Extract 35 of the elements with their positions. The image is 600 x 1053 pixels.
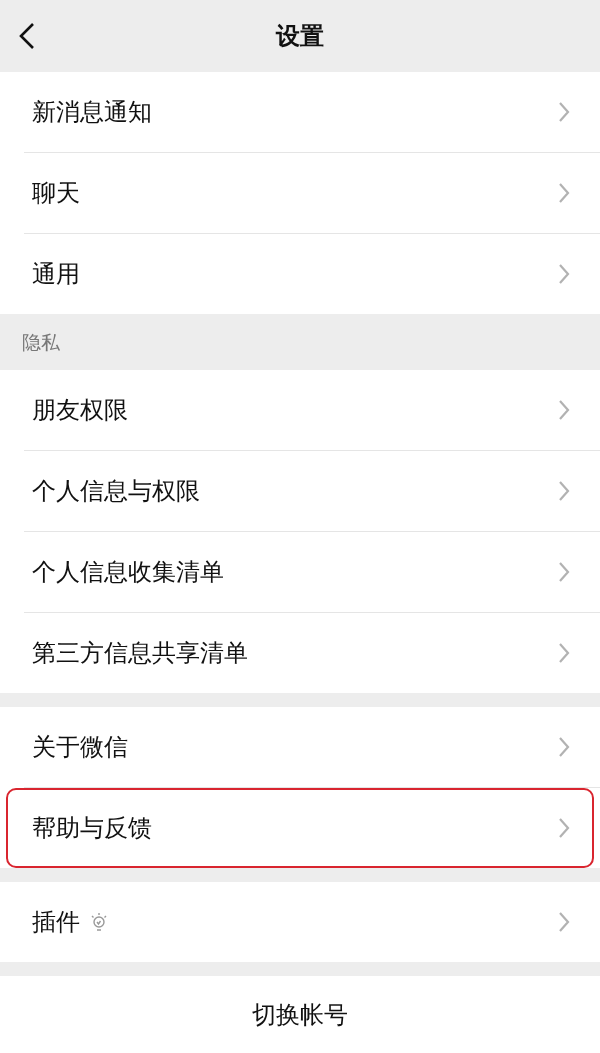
row-label: 朋友权限 (32, 395, 128, 426)
settings-row[interactable]: 新消息通知 (6, 72, 594, 152)
settings-row[interactable]: 个人信息收集清单 (6, 532, 594, 612)
settings-row[interactable]: 关于微信 (6, 707, 594, 787)
row-label: 个人信息收集清单 (32, 557, 224, 588)
back-icon[interactable] (18, 22, 36, 50)
chevron-icon (558, 263, 570, 285)
chevron-icon (558, 817, 570, 839)
settings-row[interactable]: 个人信息与权限 (6, 451, 594, 531)
row-label: 关于微信 (32, 732, 128, 763)
chevron-icon (558, 182, 570, 204)
row-label: 插件 (32, 907, 80, 938)
row-label: 个人信息与权限 (32, 476, 200, 507)
chevron-icon (558, 911, 570, 933)
settings-row[interactable]: 第三方信息共享清单 (6, 613, 594, 693)
page-title: 设置 (276, 21, 324, 52)
settings-row[interactable]: 朋友权限 (6, 370, 594, 450)
chevron-icon (558, 101, 570, 123)
row-label: 通用 (32, 259, 80, 290)
chevron-icon (558, 736, 570, 758)
settings-row[interactable]: 通用 (6, 234, 594, 314)
settings-row[interactable]: 聊天 (6, 153, 594, 233)
row-label: 第三方信息共享清单 (32, 638, 248, 669)
row-label: 新消息通知 (32, 97, 152, 128)
highlighted-settings-row[interactable]: 帮助与反馈 (6, 788, 594, 868)
row-label: 帮助与反馈 (32, 813, 152, 844)
chevron-icon (558, 399, 570, 421)
chevron-icon (558, 480, 570, 502)
row-label: 聊天 (32, 178, 80, 209)
settings-row[interactable]: 插件 (6, 882, 594, 962)
chevron-icon (558, 561, 570, 583)
switch-account-button[interactable]: 切换帐号 (0, 976, 600, 1053)
lightbulb-icon (90, 911, 108, 933)
chevron-icon (558, 642, 570, 664)
section-heading: 隐私 (21, 330, 61, 355)
